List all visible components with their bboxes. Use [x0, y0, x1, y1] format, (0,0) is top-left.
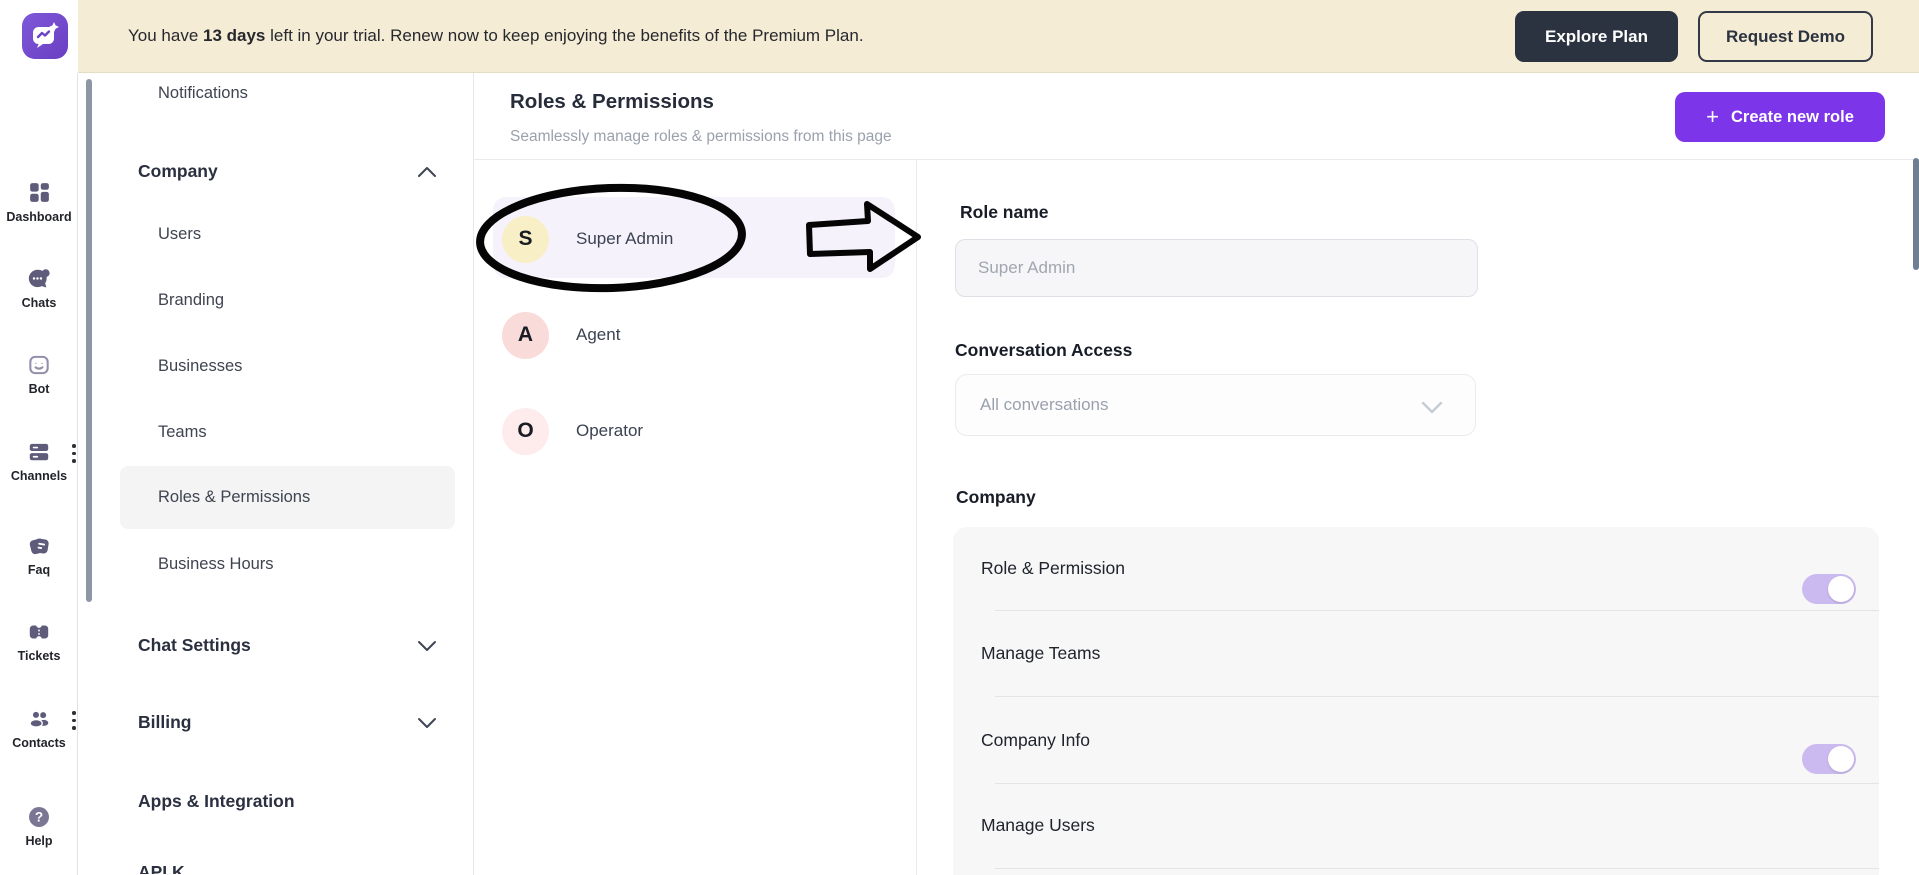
sidebar-item-billing[interactable]: Billing — [78, 705, 474, 739]
sidebar-item-teams[interactable]: Teams — [78, 415, 474, 449]
icon-rail: Dashboard Chats Bot Channels Faq Tickets… — [0, 73, 78, 875]
rail-item-dashboard[interactable]: Dashboard — [0, 179, 78, 224]
role-name-super-admin: Super Admin — [576, 229, 674, 248]
create-new-role-label: Create new role — [1730, 107, 1854, 126]
plus-icon: + — [1706, 104, 1719, 129]
trial-text-prefix: You have — [128, 26, 203, 45]
sidebar-item-chat-settings[interactable]: Chat Settings — [78, 628, 474, 662]
rail-item-bot[interactable]: Bot — [0, 351, 78, 396]
rail-label-dashboard: Dashboard — [6, 210, 72, 224]
sidebar-item-branding[interactable]: Branding — [78, 283, 474, 317]
permission-label: Company Info — [981, 729, 1090, 750]
faq-icon — [26, 532, 53, 559]
conversation-access-select[interactable]: All conversations — [955, 374, 1476, 436]
chevron-up-icon — [417, 165, 437, 177]
trial-text-suffix: left in your trial. Renew now to keep en… — [265, 26, 864, 45]
toggle-knob — [1828, 576, 1854, 602]
sidebar-item-business-hours[interactable]: Business Hours — [78, 547, 474, 581]
trial-banner-text: You have 13 days left in your trial. Ren… — [128, 26, 864, 46]
create-new-role-button[interactable]: + Create new role — [1675, 92, 1885, 142]
row-divider — [995, 783, 1879, 784]
rail-label-help: Help — [25, 834, 53, 848]
rail-item-chats[interactable]: Chats — [0, 265, 78, 310]
rail-label-contacts: Contacts — [12, 736, 66, 750]
explore-plan-button[interactable]: Explore Plan — [1514, 11, 1678, 62]
chats-icon — [26, 265, 53, 292]
permission-label: Manage Teams — [981, 642, 1101, 663]
chevron-down-icon — [417, 639, 437, 651]
page-subtitle: Seamlessly manage roles & permissions fr… — [510, 128, 892, 145]
role-name-agent: Agent — [576, 325, 621, 344]
channels-icon — [26, 438, 53, 465]
permission-row-manage-users: Manage Users — [953, 805, 1879, 845]
banner-actions: Explore Plan Request Demo — [1514, 11, 1873, 62]
chevron-down-icon — [1421, 401, 1443, 419]
trial-days-left: 13 days — [203, 26, 266, 45]
conversation-access-label: Conversation Access — [955, 340, 1133, 360]
role-avatar-super-admin: S — [502, 215, 549, 263]
contacts-menu-icon[interactable] — [71, 711, 77, 730]
app-window: You have 13 days left in your trial. Ren… — [0, 0, 1919, 875]
tickets-icon — [26, 618, 53, 645]
row-divider — [995, 696, 1879, 697]
page-title: Roles & Permissions — [510, 90, 714, 113]
trial-banner: You have 13 days left in your trial. Ren… — [78, 0, 1919, 73]
contacts-icon — [26, 705, 53, 732]
rail-label-chats: Chats — [21, 296, 57, 310]
row-divider — [995, 610, 1879, 611]
settings-sidebar: Notifications Company Users Branding Bus… — [78, 73, 474, 875]
sidebar-item-roles-permissions[interactable]: Roles & Permissions — [78, 480, 474, 514]
role-name-label: Role name — [960, 202, 1049, 222]
role-avatar-operator: O — [502, 407, 549, 455]
request-demo-button[interactable]: Request Demo — [1697, 11, 1873, 62]
rail-item-help[interactable]: ? Help — [0, 803, 78, 848]
header-divider — [474, 159, 1919, 160]
role-item-agent[interactable]: A Agent — [493, 300, 895, 370]
rail-item-channels[interactable]: Channels — [0, 438, 78, 483]
rail-label-channels: Channels — [10, 469, 68, 483]
role-avatar-agent: A — [502, 311, 549, 359]
permission-label: Manage Users — [981, 814, 1095, 835]
sidebar-item-users[interactable]: Users — [78, 217, 474, 251]
dashboard-icon — [26, 179, 53, 206]
roles-panel-divider — [916, 160, 917, 875]
channels-menu-icon[interactable] — [71, 444, 77, 463]
permission-label: Role & Permission — [981, 557, 1125, 578]
company-permissions-card: Role & Permission Manage Teams Company I… — [953, 527, 1879, 875]
role-item-operator[interactable]: O Operator — [493, 396, 895, 466]
conversation-access-value: All conversations — [980, 395, 1109, 414]
chevron-down-icon — [417, 716, 437, 728]
permission-row-company-info: Company Info — [953, 720, 1879, 760]
bot-icon — [26, 351, 53, 378]
rail-label-faq: Faq — [27, 563, 51, 577]
sidebar-item-businesses[interactable]: Businesses — [78, 349, 474, 383]
sidebar-item-company[interactable]: Company — [78, 154, 474, 188]
svg-text:?: ? — [35, 809, 43, 824]
help-icon: ? — [26, 803, 53, 830]
role-item-super-admin[interactable]: S Super Admin — [493, 204, 895, 274]
app-logo-icon[interactable] — [22, 13, 68, 59]
rail-item-faq[interactable]: Faq — [0, 532, 78, 577]
row-divider — [995, 868, 1879, 869]
sidebar-item-apps-integration[interactable]: Apps & Integration — [78, 784, 474, 818]
rail-label-bot: Bot — [28, 382, 50, 396]
permission-row-manage-teams: Manage Teams — [953, 633, 1879, 774]
sidebar-item-api-keys[interactable]: API K — [78, 862, 474, 874]
rail-item-contacts[interactable]: Contacts — [0, 705, 78, 750]
permission-row-role-permission: Role & Permission — [953, 548, 1879, 604]
page-scrollbar[interactable] — [1913, 158, 1919, 270]
rail-item-tickets[interactable]: Tickets — [0, 618, 78, 663]
role-name-input[interactable] — [955, 239, 1478, 297]
sidebar-item-notifications[interactable]: Notifications — [78, 76, 474, 110]
company-section-label: Company — [956, 487, 1036, 507]
rail-label-tickets: Tickets — [17, 649, 61, 663]
role-permission-toggle[interactable] — [1802, 574, 1856, 604]
role-name-operator: Operator — [576, 421, 644, 440]
